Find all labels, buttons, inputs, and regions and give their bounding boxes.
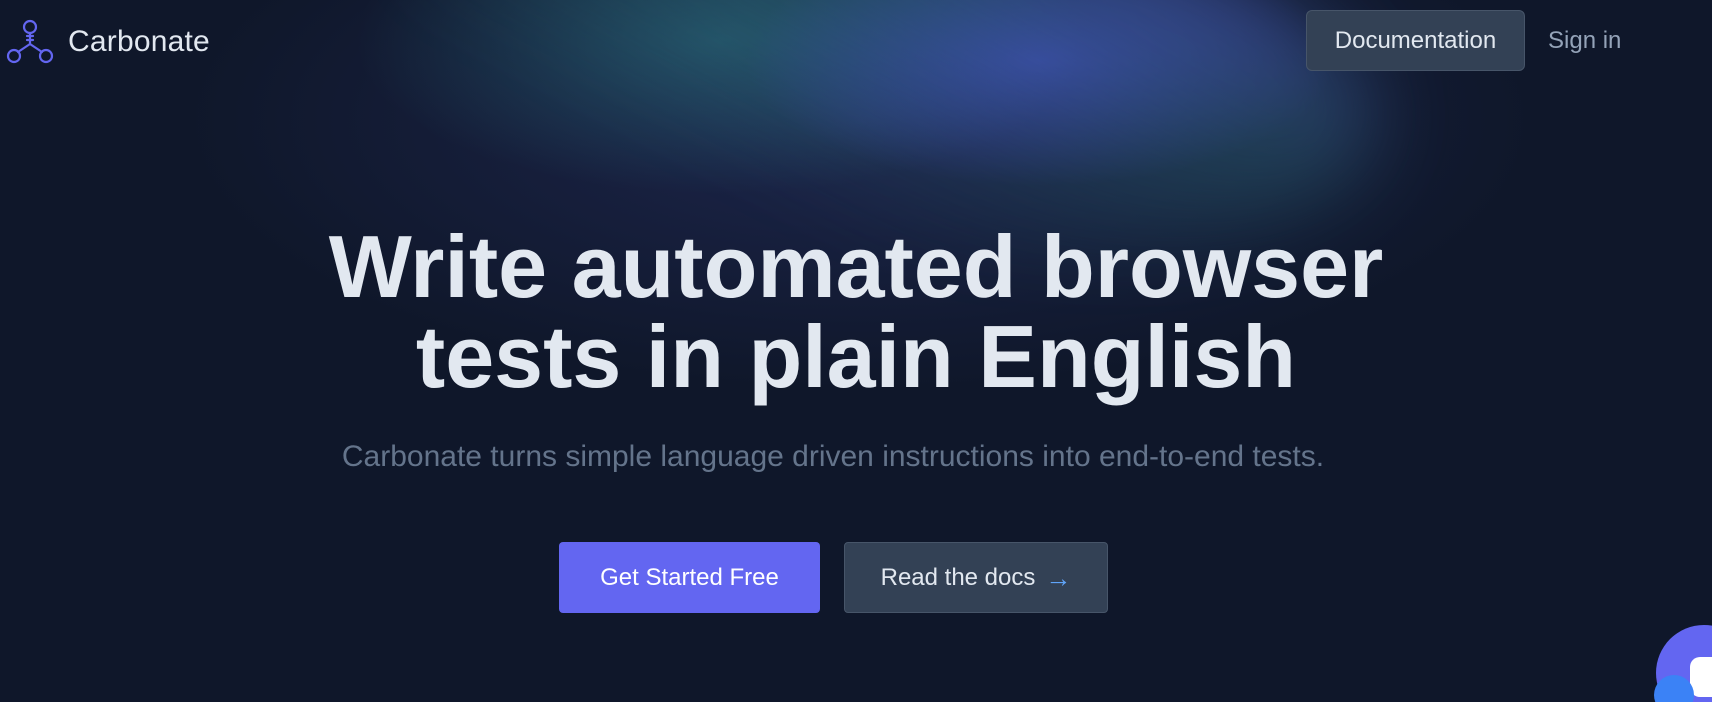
get-started-button[interactable]: Get Started Free	[559, 542, 820, 613]
get-started-label: Get Started Free	[600, 563, 779, 591]
brand-name: Carbonate	[68, 25, 210, 58]
hero-headline: Write automated browser tests in plain E…	[0, 222, 1712, 402]
read-docs-label: Read the docs	[880, 563, 1036, 591]
documentation-button[interactable]: Documentation	[1306, 10, 1525, 71]
hero-headline-line-2: tests in plain English	[415, 307, 1297, 406]
carbonate-molecule-icon	[6, 19, 54, 64]
hero-headline-line-1: Write automated browser	[328, 217, 1384, 316]
landing-page: Carbonate Documentation Sign in Write au…	[0, 0, 1712, 702]
hero-subtitle: Carbonate turns simple language driven i…	[341, 440, 1325, 473]
sign-in-link[interactable]: Sign in	[1548, 10, 1621, 71]
read-docs-button[interactable]: Read the docs →	[844, 542, 1108, 613]
brand-logo[interactable]: Carbonate	[6, 18, 210, 66]
arrow-right-icon: →	[1045, 562, 1072, 593]
